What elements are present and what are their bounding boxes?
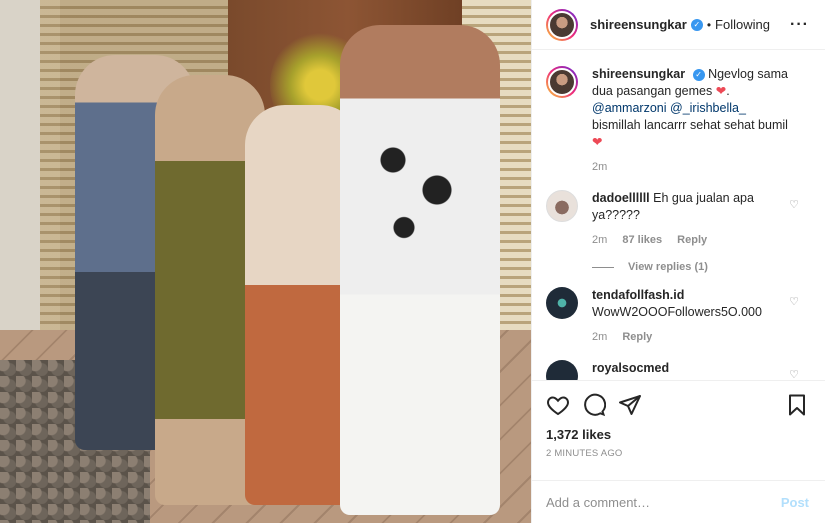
comment-item: dadoellllll Eh gua jualan apa ya????? 2m… bbox=[546, 190, 809, 249]
caption-username[interactable]: shireensungkar bbox=[592, 67, 685, 81]
share-icon[interactable] bbox=[618, 393, 642, 417]
heart-outline-icon[interactable]: ♡ bbox=[789, 368, 799, 380]
add-comment-input[interactable] bbox=[546, 494, 781, 510]
view-replies-label: View replies (1) bbox=[628, 261, 708, 273]
heart-outline-icon[interactable]: ♡ bbox=[789, 198, 799, 211]
likes-count[interactable]: 1,372 likes bbox=[546, 427, 809, 442]
comment-username[interactable]: royalsocmed bbox=[592, 361, 669, 375]
more-options-icon[interactable]: ··· bbox=[790, 16, 809, 34]
comment-item: royalsocmed ♡ bbox=[546, 360, 809, 380]
post-actions: 1,372 likes 2 MINUTES AGO bbox=[532, 380, 825, 480]
caption-time[interactable]: 2m bbox=[592, 161, 607, 173]
post-photo[interactable] bbox=[0, 0, 531, 523]
header-separator: • bbox=[706, 17, 712, 32]
like-icon[interactable] bbox=[546, 393, 570, 417]
post-sidebar: shireensungkar ✓ • Following ··· shireen… bbox=[531, 0, 825, 523]
add-comment-bar: Post bbox=[532, 480, 825, 523]
reply-button[interactable]: Reply bbox=[622, 331, 652, 343]
reply-button[interactable]: Reply bbox=[677, 234, 707, 246]
heart-emoji: ❤ bbox=[592, 135, 603, 149]
save-bookmark-icon[interactable] bbox=[785, 393, 809, 417]
view-replies-button[interactable]: View replies (1) bbox=[592, 261, 809, 273]
verified-icon: ✓ bbox=[692, 69, 705, 81]
post-comment-button[interactable]: Post bbox=[781, 495, 809, 510]
comment-text: WowW2OOOFollowers5O.000 bbox=[592, 305, 762, 319]
comment-time[interactable]: 2m bbox=[592, 234, 607, 246]
post-header: shireensungkar ✓ • Following ··· bbox=[532, 0, 825, 50]
heart-outline-icon[interactable]: ♡ bbox=[789, 295, 799, 308]
caption: shireensungkar ✓ Ngevlog sama dua pasang… bbox=[546, 66, 809, 176]
header-username[interactable]: shireensungkar bbox=[590, 17, 687, 32]
verified-icon: ✓ bbox=[690, 18, 703, 31]
instagram-post: shireensungkar ✓ • Following ··· shireen… bbox=[0, 0, 825, 523]
comment-likes[interactable]: 87 likes bbox=[622, 234, 662, 246]
comment-avatar[interactable] bbox=[546, 190, 578, 222]
comment-username[interactable]: tendafollfash.id bbox=[592, 288, 684, 302]
comment-username[interactable]: dadoellllll bbox=[592, 191, 650, 205]
comments-list[interactable]: shireensungkar ✓ Ngevlog sama dua pasang… bbox=[532, 50, 825, 380]
replies-divider bbox=[592, 266, 614, 268]
header-avatar[interactable] bbox=[546, 8, 578, 41]
caption-avatar[interactable] bbox=[546, 66, 578, 98]
photo-person-4 bbox=[340, 25, 500, 515]
following-button[interactable]: Following bbox=[715, 17, 770, 32]
comment-time[interactable]: 2m bbox=[592, 331, 607, 343]
comment-icon[interactable] bbox=[582, 393, 606, 417]
posted-time[interactable]: 2 MINUTES AGO bbox=[546, 448, 809, 459]
caption-mention-2[interactable]: @_irishbella_ bbox=[670, 101, 746, 115]
comment-avatar[interactable] bbox=[546, 360, 578, 380]
comment-avatar[interactable] bbox=[546, 287, 578, 319]
caption-mention-1[interactable]: @ammarzoni bbox=[592, 101, 667, 115]
comment-item: tendafollfash.id WowW2OOOFollowers5O.000… bbox=[546, 287, 809, 346]
heart-emoji: ❤ bbox=[715, 84, 727, 98]
caption-text-2: . bbox=[726, 84, 730, 98]
caption-text-3: bismillah lancarrr sehat sehat bumil bbox=[592, 118, 788, 132]
